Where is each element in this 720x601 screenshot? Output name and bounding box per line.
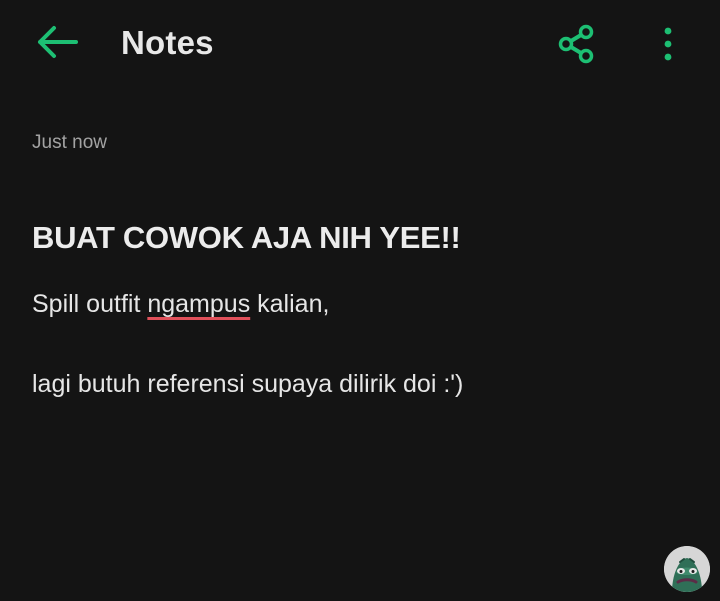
top-app-bar: Notes (0, 0, 720, 90)
more-vertical-icon (664, 27, 672, 61)
note-timestamp: Just now (32, 132, 107, 153)
note-line-1: Spill outfit ngampus kalian, (32, 286, 692, 326)
avatar[interactable] (664, 546, 710, 592)
note-line-3: lagi butuh referensi supaya dilirik doi … (32, 370, 464, 398)
note-body[interactable]: Spill outfit ngampus kalian, lagi butuh … (32, 286, 692, 406)
share-button[interactable] (550, 18, 602, 70)
share-icon (558, 24, 594, 64)
back-button[interactable] (30, 18, 82, 66)
note-empty-line (32, 326, 692, 366)
arrow-left-icon (38, 26, 78, 58)
more-options-button[interactable] (650, 18, 686, 70)
note-text: kalian, (250, 290, 330, 318)
misspelled-word[interactable]: ngampus (147, 290, 250, 318)
note-text: Spill outfit (32, 290, 148, 318)
avatar-character-icon (664, 546, 710, 592)
note-title[interactable]: BUAT COWOK AJA NIH YEE!! (32, 220, 461, 256)
page-title: Notes (121, 24, 214, 61)
